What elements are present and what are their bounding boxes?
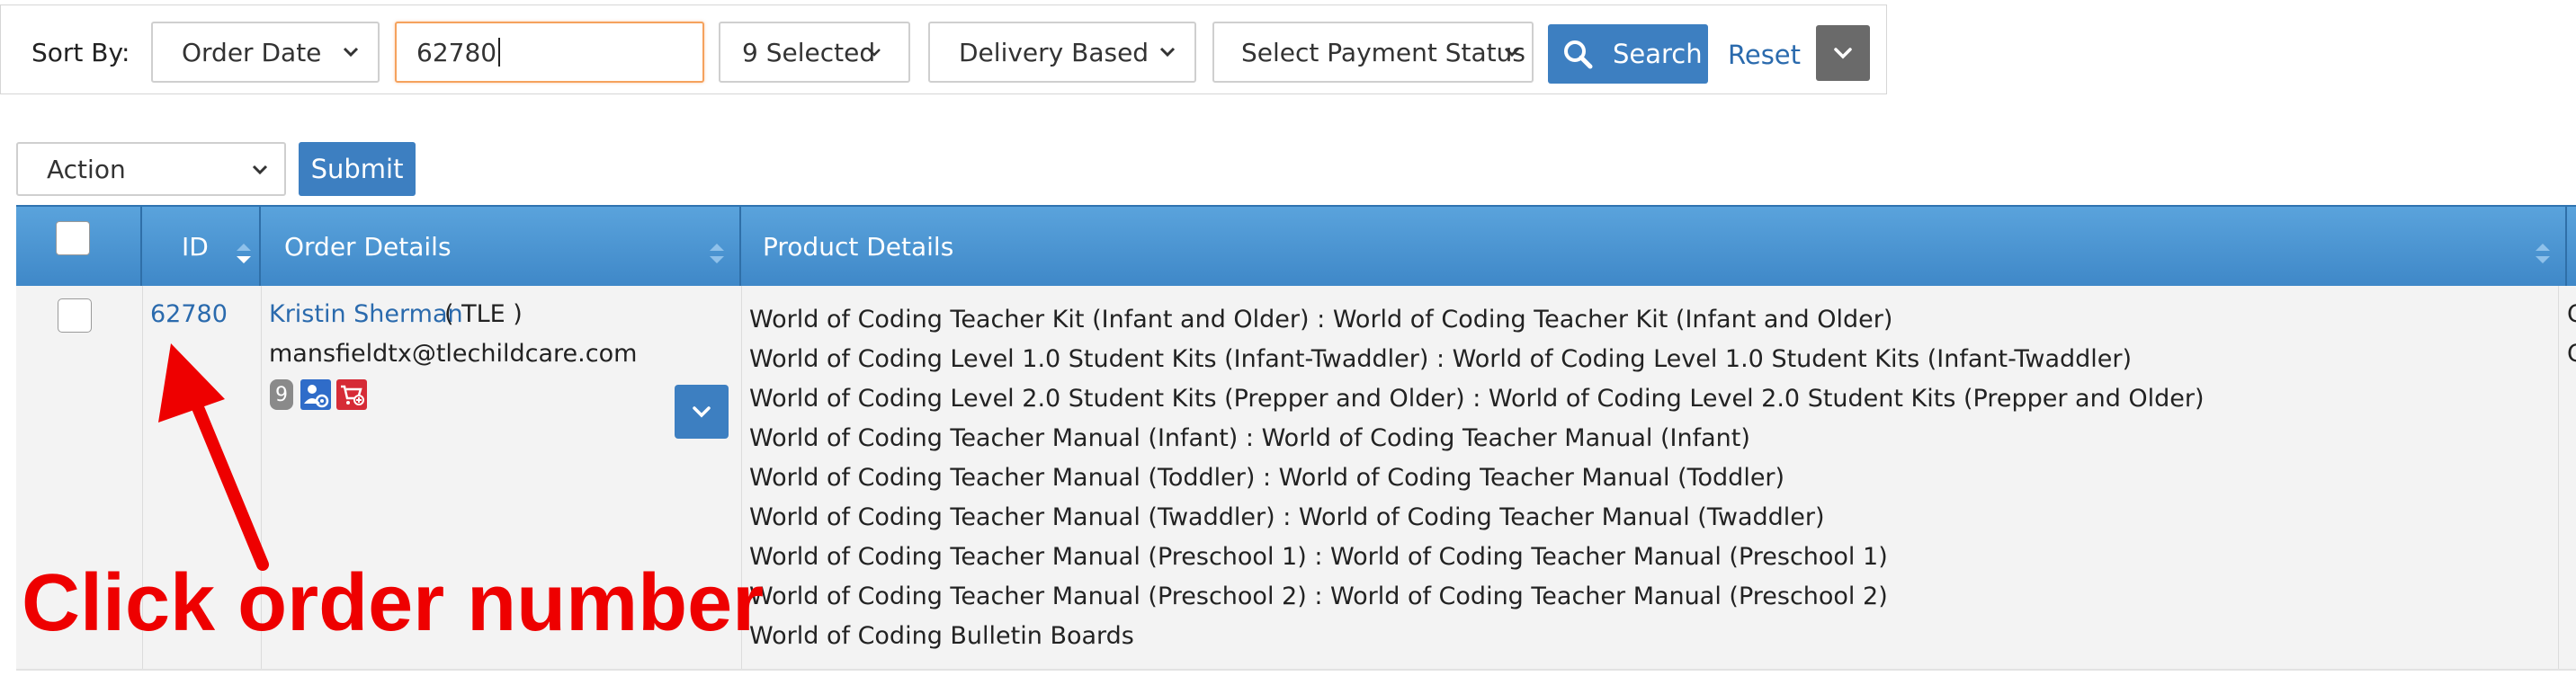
select-all-checkbox[interactable] bbox=[56, 221, 90, 255]
header-select-all-cell bbox=[16, 207, 142, 288]
sort-by-select[interactable]: Order Date bbox=[151, 22, 380, 83]
search-button[interactable]: Search bbox=[1548, 24, 1708, 84]
customer-name-link[interactable]: Kristin Sherman bbox=[269, 300, 463, 328]
text-cursor bbox=[498, 38, 501, 67]
header-product-details-label: Product Details bbox=[763, 232, 954, 262]
header-id[interactable]: ID bbox=[142, 207, 261, 288]
order-search-input[interactable]: 62780 bbox=[395, 22, 704, 83]
more-filters-toggle[interactable] bbox=[1816, 25, 1870, 81]
search-button-label: Search bbox=[1613, 39, 1703, 69]
payment-status-select[interactable]: Select Payment Status bbox=[1212, 22, 1534, 83]
search-icon bbox=[1564, 40, 1593, 69]
header-order-details[interactable]: Order Details bbox=[261, 207, 741, 288]
user-settings-icon[interactable] bbox=[300, 379, 331, 410]
customer-email: mansfieldtx@tlechildcare.com bbox=[269, 340, 638, 368]
status-multiselect[interactable]: 9 Selected bbox=[719, 22, 910, 83]
table-header: ID Order Details Product Details bbox=[16, 205, 2576, 288]
product-item: World of Coding Teacher Kit (Infant and … bbox=[749, 306, 1893, 334]
product-item: World of Coding Teacher Manual (Infant) … bbox=[749, 424, 1750, 452]
truncated-cell-text: C bbox=[2567, 300, 2576, 328]
cart-icon[interactable] bbox=[336, 379, 367, 410]
sort-icon bbox=[710, 244, 724, 263]
bulk-action-select[interactable]: Action bbox=[16, 142, 286, 196]
header-order-details-label: Order Details bbox=[284, 232, 452, 262]
header-divider bbox=[2565, 207, 2567, 288]
product-item: World of Coding Level 2.0 Student Kits (… bbox=[749, 385, 2205, 413]
product-item: World of Coding Bulletin Boards bbox=[749, 622, 1134, 650]
annotation-label: Click order number bbox=[22, 558, 765, 648]
chevron-down-icon bbox=[252, 165, 268, 175]
reset-link[interactable]: Reset bbox=[1728, 40, 1801, 70]
chevron-down-icon bbox=[1159, 47, 1176, 58]
product-item: World of Coding Teacher Manual (Toddler)… bbox=[749, 464, 1785, 492]
chevron-down-icon bbox=[1504, 47, 1520, 58]
sort-by-value: Order Date bbox=[182, 37, 322, 67]
product-item: World of Coding Teacher Manual (Twaddler… bbox=[749, 503, 1825, 531]
chevron-down-icon bbox=[1834, 48, 1852, 59]
truncated-cell-text: C bbox=[2567, 340, 2576, 368]
submit-button[interactable]: Submit bbox=[299, 142, 416, 196]
sort-icon bbox=[237, 244, 251, 263]
product-list: World of Coding Teacher Kit (Infant and … bbox=[749, 300, 2205, 656]
order-id-link[interactable]: 62780 bbox=[150, 300, 228, 328]
header-product-details[interactable]: Product Details bbox=[741, 207, 2576, 288]
customer-code: ( TLE ) bbox=[444, 300, 523, 328]
sort-by-label: Sort By: bbox=[31, 38, 130, 67]
order-search-value: 62780 bbox=[416, 37, 497, 67]
chevron-down-icon bbox=[868, 49, 881, 57]
row-select-checkbox[interactable] bbox=[58, 298, 92, 333]
submit-button-label: Submit bbox=[310, 154, 404, 184]
arrow-annotation bbox=[158, 343, 269, 571]
status-value: 9 Selected bbox=[742, 37, 876, 67]
delivery-select[interactable]: Delivery Based bbox=[928, 22, 1196, 83]
header-id-label: ID bbox=[182, 232, 209, 262]
product-item: World of Coding Teacher Manual (Preschoo… bbox=[749, 543, 1888, 571]
bulk-action-value: Action bbox=[47, 154, 126, 184]
product-item: World of Coding Level 1.0 Student Kits (… bbox=[749, 345, 2133, 373]
chevron-down-icon bbox=[693, 406, 711, 418]
chevron-down-icon bbox=[343, 47, 359, 58]
product-item: World of Coding Teacher Manual (Preschoo… bbox=[749, 583, 1888, 610]
filter-bar: Sort By: Order Date 62780 9 Selected Del… bbox=[0, 4, 1887, 94]
sort-icon bbox=[2536, 244, 2550, 263]
column-divider bbox=[2558, 286, 2559, 669]
delivery-value: Delivery Based bbox=[959, 37, 1149, 67]
payment-status-value: Select Payment Status bbox=[1241, 37, 1525, 67]
expand-order-button[interactable] bbox=[675, 385, 729, 439]
